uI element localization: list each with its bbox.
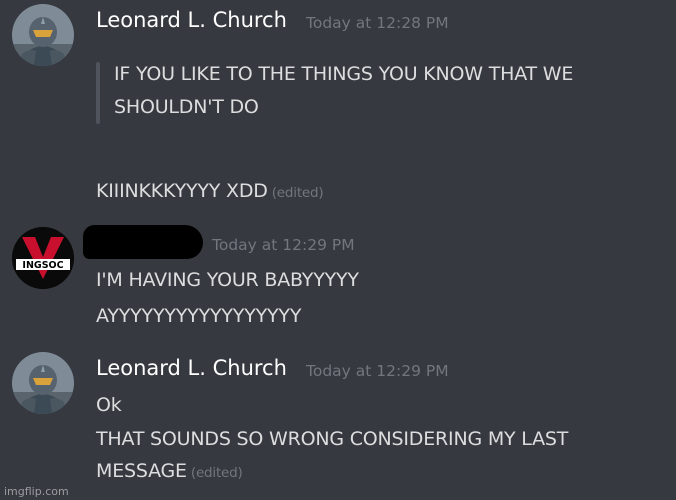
watermark: imgflip.com	[4, 485, 69, 498]
edited-label: (edited)	[190, 465, 243, 481]
avatar[interactable]: INGSOC	[12, 227, 74, 289]
message-text: MESSAGE (edited)	[96, 460, 243, 482]
avatar[interactable]	[12, 4, 74, 66]
username[interactable]: Leonard L. Church	[96, 8, 287, 32]
timestamp: Today at 12:29 PM	[212, 236, 355, 254]
message-text-content: KIIINKKKYYYY XDD	[96, 180, 268, 202]
armored-soldier-avatar-icon	[12, 352, 74, 414]
username[interactable]: Leonard L. Church	[96, 356, 287, 380]
timestamp: Today at 12:28 PM	[306, 14, 449, 32]
message-text-content: MESSAGE	[96, 460, 187, 482]
armored-soldier-avatar-icon	[12, 4, 74, 66]
message-text: KIIINKKKYYYY XDD (edited)	[96, 180, 324, 202]
message-text: Ok	[96, 394, 122, 416]
message-text: AYYYYYYYYYYYYYYYYY	[96, 305, 302, 327]
edited-label: (edited)	[271, 185, 324, 201]
message-text: THAT SOUNDS SO WRONG CONSIDERING MY LAST	[96, 428, 569, 450]
ingsoc-text: INGSOC	[22, 260, 63, 271]
message-text: I'M HAVING YOUR BABYYYYY	[96, 269, 359, 291]
quote-line: SHOULDN'T DO	[114, 96, 259, 118]
timestamp: Today at 12:29 PM	[306, 362, 449, 380]
avatar[interactable]	[12, 352, 74, 414]
quote-bar	[96, 62, 100, 124]
quote-line: IF YOU LIKE TO THE THINGS YOU KNOW THAT …	[114, 63, 574, 85]
redacted-username	[83, 225, 203, 259]
ingsoc-logo-avatar-icon: INGSOC	[12, 227, 74, 289]
